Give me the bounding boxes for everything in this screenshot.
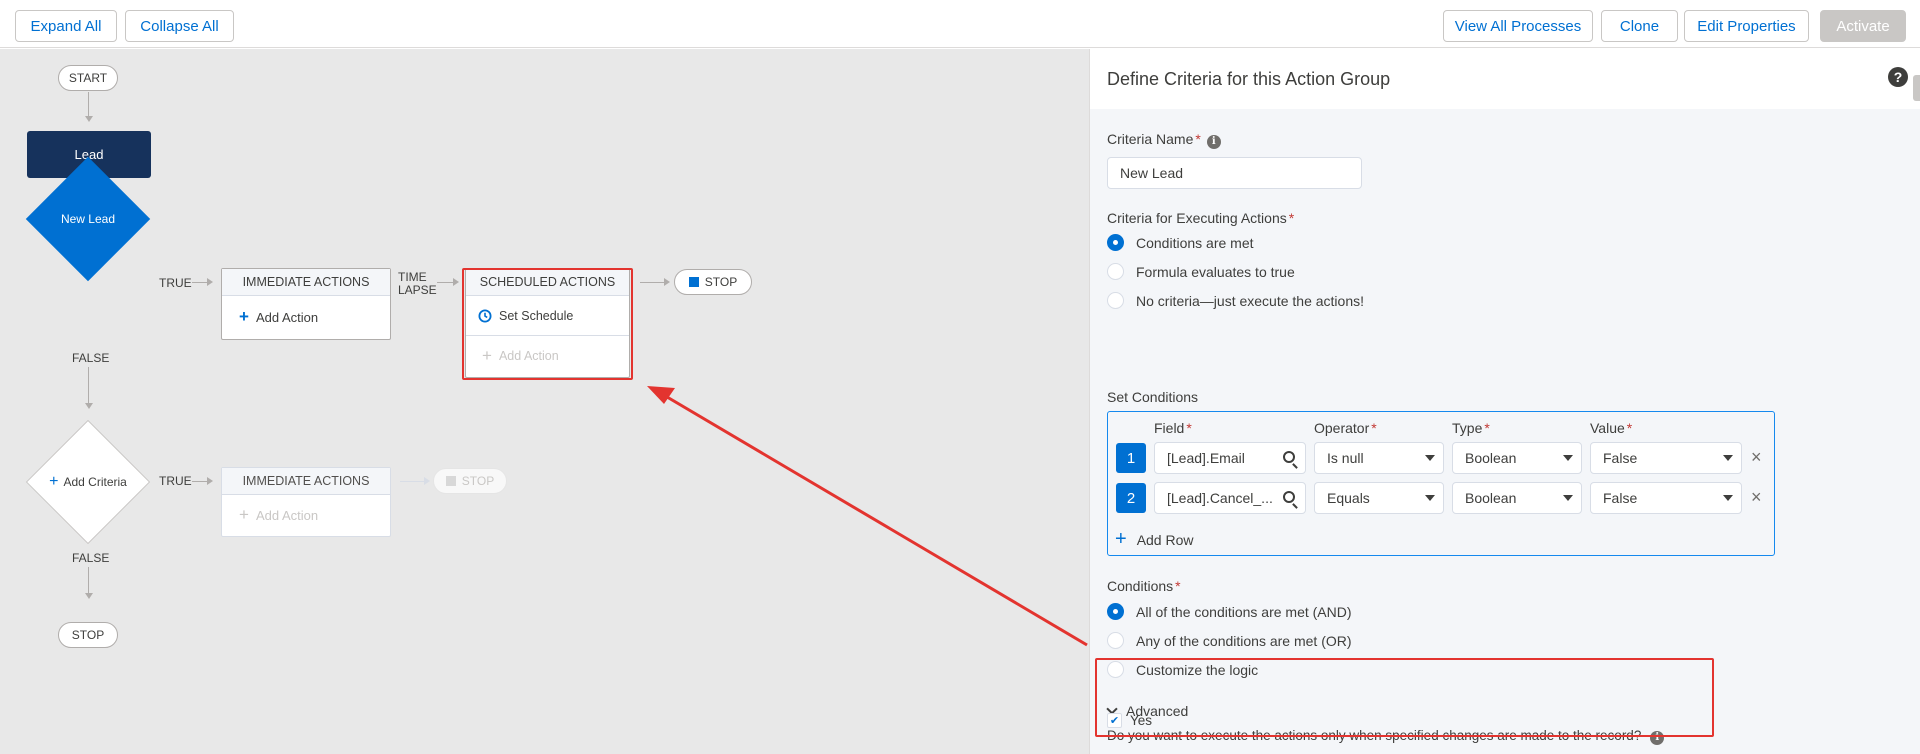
annotation-arrow bbox=[647, 386, 1088, 647]
